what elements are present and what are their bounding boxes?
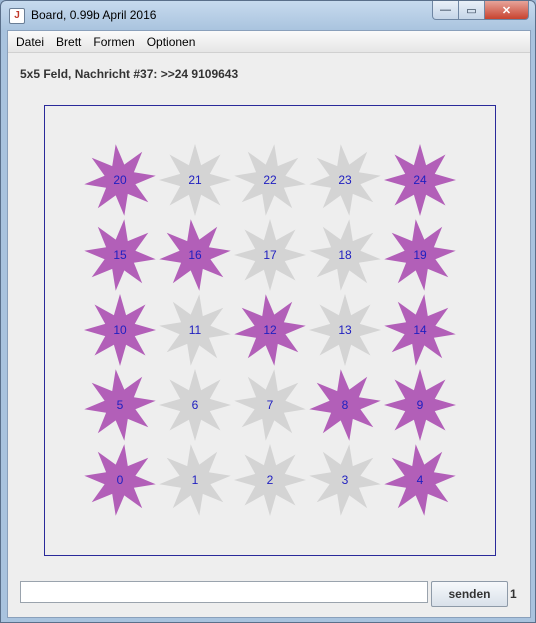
board-cell-0[interactable]: 0 (84, 444, 156, 516)
cell-number: 4 (417, 473, 424, 487)
board-cell-12[interactable]: 12 (234, 294, 306, 366)
status-message: 5x5 Feld, Nachricht #37: >>24 9109643 (20, 67, 239, 81)
maximize-button[interactable]: ▭ (459, 1, 485, 20)
cell-number: 5 (117, 398, 124, 412)
client-area: Datei Brett Formen Optionen 5x5 Feld, Na… (7, 30, 531, 618)
cell-number: 2 (267, 473, 274, 487)
menu-optionen[interactable]: Optionen (141, 35, 202, 49)
game-board[interactable]: 20 21 22 23 24 15 16 17 18 19 10 11 12 13 14 5 6 7 8 9 0 1 2 3 4 (44, 105, 496, 556)
board-cell-14[interactable]: 14 (384, 294, 456, 366)
board-cell-20[interactable]: 20 (84, 144, 156, 216)
cell-number: 22 (263, 173, 277, 187)
title-bar[interactable]: J Board, 0.99b April 2016 — ▭ ✕ (1, 1, 535, 29)
menu-bar: Datei Brett Formen Optionen (8, 31, 530, 53)
minimize-icon: — (440, 4, 451, 16)
maximize-icon: ▭ (466, 4, 477, 17)
cell-number: 1 (192, 473, 199, 487)
cell-number: 21 (188, 173, 202, 187)
cell-number: 18 (338, 248, 352, 262)
close-icon: ✕ (501, 4, 512, 17)
cell-number: 14 (413, 323, 427, 337)
cell-number: 12 (263, 323, 277, 337)
board-cell-22[interactable]: 22 (234, 144, 306, 216)
cell-number: 7 (267, 398, 274, 412)
cell-number: 20 (113, 173, 127, 187)
board-cell-8[interactable]: 8 (309, 369, 381, 441)
board-cell-10[interactable]: 10 (84, 294, 156, 366)
board-cell-15[interactable]: 15 (84, 219, 156, 291)
board-cell-3[interactable]: 3 (309, 444, 381, 516)
cell-number: 6 (192, 398, 199, 412)
board-cell-17[interactable]: 17 (234, 219, 306, 291)
board-cell-24[interactable]: 24 (384, 144, 456, 216)
java-app-icon[interactable]: J (9, 8, 25, 24)
send-button[interactable]: senden (431, 581, 508, 607)
board-cell-11[interactable]: 11 (159, 294, 231, 366)
minimize-button[interactable]: — (432, 1, 459, 20)
cell-number: 8 (342, 398, 349, 412)
board-cell-19[interactable]: 19 (384, 219, 456, 291)
board-cell-1[interactable]: 1 (159, 444, 231, 516)
board-cell-23[interactable]: 23 (309, 144, 381, 216)
board-cell-2[interactable]: 2 (234, 444, 306, 516)
app-window: J Board, 0.99b April 2016 — ▭ ✕ Datei Br… (0, 0, 536, 623)
cell-number: 0 (117, 473, 124, 487)
window-title: Board, 0.99b April 2016 (31, 8, 157, 22)
menu-brett[interactable]: Brett (50, 35, 87, 49)
message-input[interactable] (20, 581, 428, 603)
cell-number: 10 (113, 323, 127, 337)
board-cell-7[interactable]: 7 (234, 369, 306, 441)
board-cell-18[interactable]: 18 (309, 219, 381, 291)
menu-datei[interactable]: Datei (10, 35, 50, 49)
board-cell-16[interactable]: 16 (159, 219, 231, 291)
cell-number: 15 (113, 248, 127, 262)
board-cell-6[interactable]: 6 (159, 369, 231, 441)
board-cell-5[interactable]: 5 (84, 369, 156, 441)
cell-number: 19 (413, 248, 427, 262)
cell-number: 17 (263, 248, 277, 262)
message-counter: 1 (510, 587, 517, 601)
board-cell-13[interactable]: 13 (309, 294, 381, 366)
cell-number: 16 (188, 248, 202, 262)
cell-number: 3 (342, 473, 349, 487)
cell-number: 11 (189, 323, 202, 337)
board-cell-4[interactable]: 4 (384, 444, 456, 516)
cell-number: 23 (338, 173, 352, 187)
board-cell-21[interactable]: 21 (159, 144, 231, 216)
board-cell-9[interactable]: 9 (384, 369, 456, 441)
close-button[interactable]: ✕ (485, 1, 529, 20)
board-canvas[interactable]: 20 21 22 23 2415 16 17 18 1910 11 12 13 145 6 7 8 90 1 2 3 4 (45, 106, 495, 555)
cell-number: 9 (417, 398, 424, 412)
cell-number: 13 (338, 323, 352, 337)
cell-number: 24 (413, 173, 427, 187)
menu-formen[interactable]: Formen (87, 35, 140, 49)
window-controls: — ▭ ✕ (432, 1, 529, 21)
